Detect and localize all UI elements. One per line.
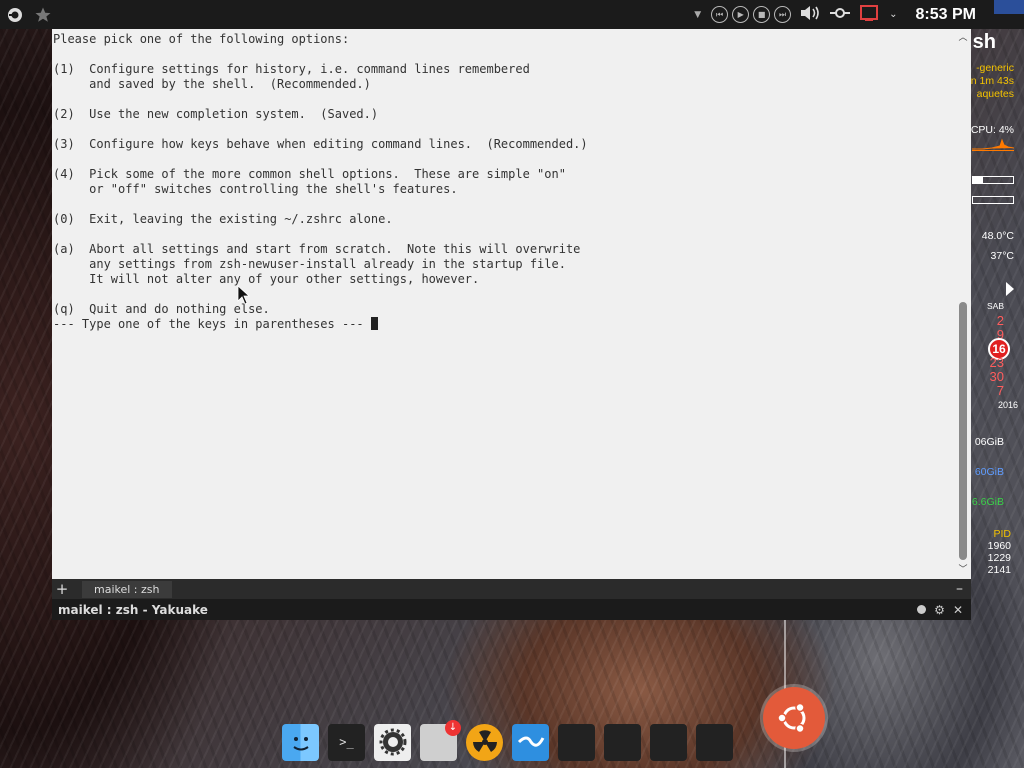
- yakuake-titlebar: maikel : zsh - Yakuake ⚙ ✕: [52, 599, 971, 620]
- conky-pid: 1229: [987, 552, 1011, 564]
- scroll-up-icon[interactable]: ︿: [958, 33, 968, 43]
- calendar-arrow-icon[interactable]: [1006, 282, 1014, 296]
- app-launcher-icon[interactable]: [6, 6, 24, 24]
- keep-open-icon[interactable]: [917, 605, 927, 614]
- terminal-line: Please pick one of the following options…: [53, 32, 350, 46]
- swap-bar: [972, 196, 1014, 204]
- network-icon[interactable]: [829, 4, 851, 26]
- volume-icon[interactable]: [799, 4, 821, 26]
- desktop-pager[interactable]: [994, 0, 1024, 14]
- mouse-pointer-icon: [237, 285, 251, 305]
- scrollbar-thumb[interactable]: [959, 302, 967, 560]
- conky-pid: 2141: [987, 564, 1011, 576]
- terminal-icon[interactable]: >_: [328, 723, 365, 761]
- cpu-graph: [972, 137, 1015, 151]
- conky-mem2: 60GiB: [974, 466, 1004, 478]
- ram-bar: [972, 176, 1014, 184]
- conky-cpu: CPU: 4%: [970, 124, 1014, 136]
- new-tab-button[interactable]: +: [52, 580, 72, 598]
- conky-mem3: 6.6GiB: [971, 496, 1004, 508]
- tab-maikel-zsh[interactable]: maikel : zsh: [82, 580, 172, 598]
- dropdown-icon[interactable]: ▼: [694, 10, 701, 20]
- conky-host: sh: [972, 31, 996, 53]
- calendar-year: 2016: [997, 400, 1018, 410]
- yakuake-tabbar: + maikel : zsh –: [52, 579, 971, 599]
- clock[interactable]: 8:53 PM: [916, 6, 976, 24]
- notification-icon[interactable]: [859, 4, 879, 26]
- conky-pid: 1960: [987, 540, 1011, 552]
- calendar-day: SAB: [986, 301, 1004, 311]
- favorites-star-icon[interactable]: [34, 6, 52, 24]
- settings-icon[interactable]: [374, 723, 411, 761]
- stop-icon[interactable]: ■: [753, 6, 771, 23]
- previous-track-icon[interactable]: ⏮: [711, 6, 729, 23]
- tools-grid-icon[interactable]: [696, 723, 733, 761]
- next-track-icon[interactable]: ⏭: [774, 6, 792, 23]
- terminal-line: (3) Configure how keys behave when editi…: [53, 137, 588, 151]
- close-icon[interactable]: ✕: [953, 603, 963, 617]
- calendar-date: 30: [989, 369, 1004, 384]
- terminal-line: (2) Use the new completion system. (Save…: [53, 107, 379, 121]
- terminal-line: or "off" switches controlling the shell'…: [53, 182, 458, 196]
- terminal-cursor: [370, 317, 378, 330]
- play-icon[interactable]: ▶: [732, 6, 750, 23]
- terminal-output[interactable]: Please pick one of the following options…: [52, 29, 971, 579]
- calendar-date: 23: [989, 355, 1004, 370]
- mail-icon[interactable]: [512, 723, 549, 761]
- finder-icon[interactable]: [282, 723, 319, 761]
- gear-icon[interactable]: ⚙: [934, 603, 945, 617]
- terminal-line: (1) Configure settings for history, i.e.…: [53, 62, 530, 76]
- terminal-text: Please pick one of the following options…: [52, 29, 971, 332]
- window-title: maikel : zsh - Yakuake: [58, 602, 208, 617]
- terminal-line: --- Type one of the keys in parentheses …: [53, 317, 371, 331]
- calendar-date: 7: [996, 383, 1004, 398]
- calendar-date: 2: [996, 313, 1004, 328]
- top-panel: ▼ ⏮ ▶ ■ ⏭ ⌄ 8:53 PM: [0, 0, 1024, 29]
- conky-pid-header: PID: [993, 528, 1011, 540]
- terminal-scrollbar[interactable]: ︿ ﹀: [955, 29, 971, 579]
- terminal-line: It will not alter any of your other sett…: [53, 272, 480, 286]
- conky-widget: sh -generic n 1m 43s aquetes CPU: 4% 48.…: [968, 29, 1024, 589]
- conky-temp1: 48.0°C: [981, 230, 1014, 242]
- terminal-line: (4) Pick some of the more common shell o…: [53, 167, 566, 181]
- conky-packages: aquetes: [976, 88, 1014, 100]
- terminal-line: (a) Abort all settings and start from sc…: [53, 242, 581, 256]
- conky-temp2: 37°C: [990, 250, 1014, 262]
- terminal-line: and saved by the shell. (Recommended.): [53, 77, 371, 91]
- terminal-line: any settings from zsh-newuser-install al…: [53, 257, 566, 271]
- conky-kernel: -generic: [976, 62, 1014, 74]
- dock: >_ ↓: [282, 719, 742, 762]
- conky-uptime: n 1m 43s: [970, 75, 1014, 87]
- scroll-down-icon[interactable]: ﹀: [958, 565, 968, 575]
- apps-grid-icon[interactable]: [558, 723, 595, 761]
- radiation-icon[interactable]: [466, 723, 503, 761]
- terminal-line: (0) Exit, leaving the existing ~/.zshrc …: [53, 212, 393, 226]
- downloads-icon[interactable]: ↓: [420, 719, 461, 761]
- ubuntu-logo-icon[interactable]: [763, 687, 825, 749]
- minimize-button[interactable]: –: [956, 581, 963, 597]
- conky-mem1: 06GiB: [974, 436, 1004, 448]
- chevron-down-icon[interactable]: ⌄: [889, 9, 897, 20]
- browsers-grid-icon[interactable]: [650, 723, 687, 761]
- media-grid-icon[interactable]: [604, 723, 641, 761]
